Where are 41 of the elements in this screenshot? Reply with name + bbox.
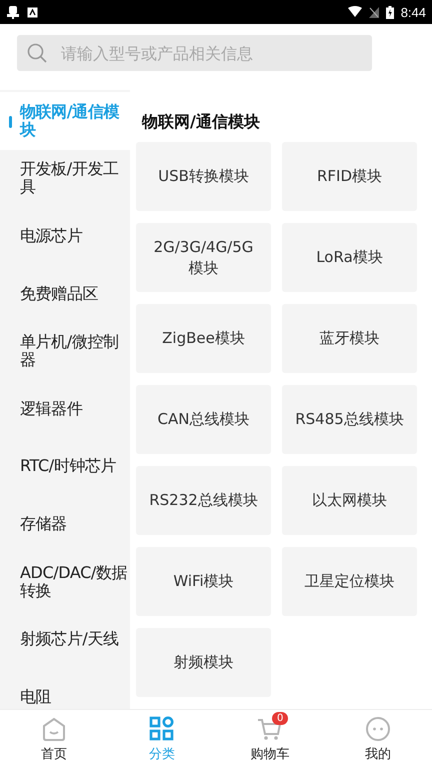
category-card[interactable]: 蓝牙模块: [282, 304, 417, 373]
category-card[interactable]: LoRa模块: [282, 223, 417, 292]
house-icon: [41, 716, 67, 742]
category-card[interactable]: ZigBee模块: [136, 304, 271, 373]
nav-tab[interactable]: 首页: [0, 710, 108, 768]
nav-tab[interactable]: 我的: [324, 710, 432, 768]
nav-tab[interactable]: 0 购物车: [216, 710, 324, 768]
category-card[interactable]: 以太网模块: [282, 466, 417, 535]
sidebar-item[interactable]: 射频芯片/天线: [0, 610, 130, 668]
battery-icon: [386, 6, 394, 18]
sidebar-item[interactable]: 电阻: [0, 668, 130, 709]
sidebar-item[interactable]: 存储器: [0, 495, 130, 553]
notification-icon: [27, 6, 38, 18]
signal-icon: [368, 6, 379, 18]
sidebar-item[interactable]: 逻辑器件: [0, 380, 130, 438]
sidebar-item[interactable]: 开发板/开发工具: [0, 150, 130, 208]
category-card[interactable]: RS232总线模块: [136, 466, 271, 535]
category-card[interactable]: CAN总线模块: [136, 385, 271, 454]
wifi-icon: [348, 6, 362, 18]
section-title: 物联网/通信模块: [140, 111, 261, 133]
category-card[interactable]: 卫星定位模块: [282, 547, 417, 616]
search-icon: [27, 43, 47, 63]
category-card[interactable]: WiFi模块: [136, 547, 271, 616]
smiley-icon: [365, 716, 391, 742]
sidebar-item[interactable]: ADC/DAC/数据转换: [0, 552, 130, 610]
sidebar-item[interactable]: 免费赠品区: [0, 264, 130, 322]
clock-time: 8:44: [400, 4, 426, 20]
category-card[interactable]: 射频模块: [136, 628, 271, 697]
category-card[interactable]: USB转换模块: [136, 142, 271, 211]
sidebar-item[interactable]: 单片机/微控制器: [0, 322, 130, 380]
category-card[interactable]: RS485总线模块: [282, 385, 417, 454]
sidebar-item[interactable]: 电源芯片: [0, 207, 130, 265]
bug-icon: [6, 5, 20, 19]
search-input[interactable]: 请输入型号或产品相关信息: [61, 44, 362, 62]
selection-indicator: [9, 116, 12, 128]
category-card[interactable]: 2G/3G/4G/5G模块: [136, 223, 271, 292]
count-badge: 0: [272, 712, 288, 725]
sidebar-item[interactable]: RTC/时钟芯片: [0, 438, 130, 496]
category-card[interactable]: RFID模块: [282, 142, 417, 211]
search-field[interactable]: 请输入型号或产品相关信息: [17, 35, 372, 71]
grid-icon: [149, 716, 175, 742]
